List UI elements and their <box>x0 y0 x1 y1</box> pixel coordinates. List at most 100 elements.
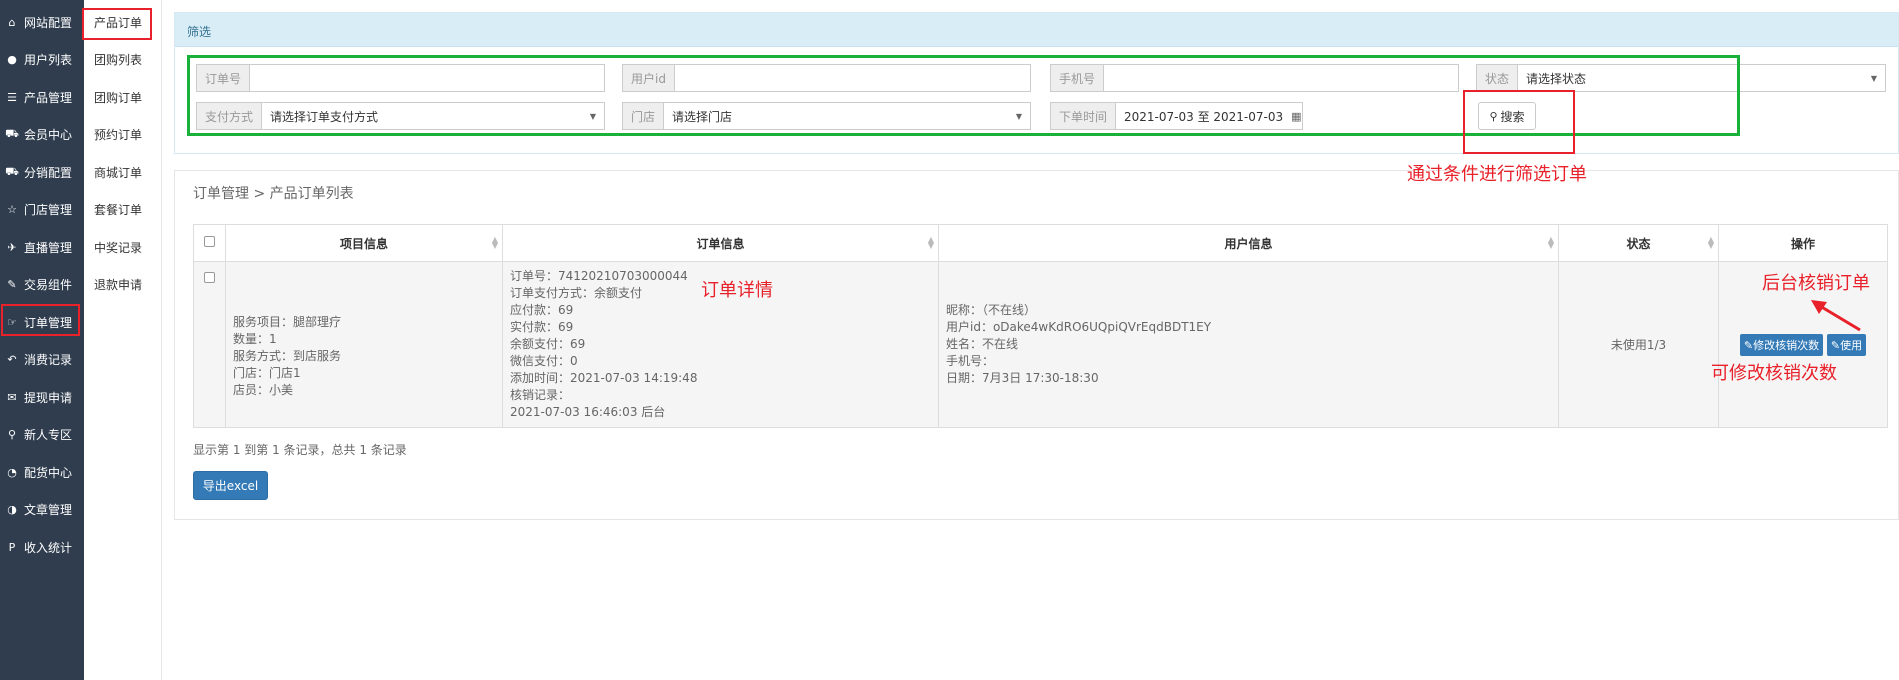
user-icon: ● <box>7 53 17 66</box>
sidebar-item[interactable]: ☆ 门店管理 <box>0 195 84 225</box>
sidebar-item[interactable]: ⛟ 会员中心 <box>0 120 84 150</box>
sort-icon[interactable]: ▲ ▼ <box>1708 236 1714 250</box>
list-icon: ☰ <box>7 90 17 104</box>
plane-icon: ✈ <box>7 240 17 254</box>
subnav-item[interactable]: 团购列表 <box>90 48 160 72</box>
info-line: 余额支付：69 <box>510 337 586 351</box>
chevron-down-icon: ▼ <box>1870 73 1877 83</box>
subnav-item[interactable]: 套餐订单 <box>90 198 160 222</box>
paypal-icon: P <box>8 540 16 554</box>
column-header-label: 状态 <box>1626 236 1651 251</box>
subnav-item[interactable]: 中奖记录 <box>90 235 160 259</box>
sidebar-item[interactable]: ✎ 交易组件 <box>0 270 84 300</box>
pagination-info: 显示第 1 到第 1 条记录，总共 1 条记录 <box>193 443 407 457</box>
sidebar-item-label: 用户列表 <box>24 53 73 67</box>
edit-icon: ✎ <box>1830 338 1841 352</box>
sidebar-item[interactable]: ⌂ 网站配置 <box>0 7 84 37</box>
use-button-label: 使用 <box>1840 338 1863 352</box>
sidebar-item-label: 交易组件 <box>24 278 73 292</box>
column-header[interactable]: 订单信息 ▲ ▼ <box>502 224 939 262</box>
subnav-item[interactable]: 退款申请 <box>90 273 160 297</box>
info-line: 门店：门店1 <box>233 366 301 380</box>
column-header-label: 用户信息 <box>1224 236 1273 251</box>
sidebar-item[interactable]: ↶ 消费记录 <box>0 345 84 375</box>
sidebar-item[interactable]: ⚲ 新人专区 <box>0 420 84 450</box>
contrast-icon: ◑ <box>7 503 17 516</box>
map-marker-icon: ⚲ <box>7 428 17 441</box>
sidebar: ⌂ 网站配置 ● 用户列表 ☰ 产品管理 ⛟ 会员中心 ⛟ 分销配置 ☆ 门店管理 ✈ 直播管理 ✎ 交易组件… <box>0 0 84 680</box>
filter-panel-title: 筛选 <box>175 13 1898 47</box>
user-info-cell: 昵称：（不在线） 用户id：oDake4wKdRO6UQpiQVrEqdBDT1E… <box>938 261 1559 428</box>
home-icon: ⌂ <box>8 15 16 29</box>
row-select-cell[interactable] <box>193 261 226 428</box>
column-header[interactable]: 用户信息 ▲ ▼ <box>938 224 1559 262</box>
sidebar-item-label: 提现申请 <box>24 390 73 405</box>
project-info-cell: 服务项目：腿部理疗 数量：1 服务方式：到店服务 门店：门店1 店员：小美 <box>225 261 503 428</box>
sidebar-item-label: 收入统计 <box>24 540 73 555</box>
info-line: 服务项目：腿部理疗 <box>233 315 342 329</box>
info-line: 昵称：（不在线） <box>946 303 1037 317</box>
info-line: 姓名：不在线 <box>946 337 1019 351</box>
comments-icon: ✉ <box>7 390 17 404</box>
cart-icon: ⛟ <box>5 127 19 140</box>
sidebar-item-label: 门店管理 <box>24 203 73 217</box>
sidebar-item[interactable]: ⛟ 分销配置 <box>0 157 84 187</box>
info-line: 数量：1 <box>233 332 277 346</box>
column-header-label: 项目信息 <box>339 236 388 251</box>
status-cell: 未使用1/3 <box>1558 261 1719 428</box>
subnav-item[interactable]: 预约订单 <box>90 123 160 147</box>
info-line: 服务方式：到店服务 <box>233 349 342 363</box>
row-checkbox[interactable] <box>204 272 215 283</box>
sidebar-item[interactable]: ● 用户列表 <box>0 45 84 75</box>
edit-verify-count-button[interactable]: ✎修改核销次数 <box>1739 333 1824 356</box>
column-header[interactable]: 项目信息 ▲ ▼ <box>225 224 503 262</box>
sidebar-item[interactable]: ✉ 提现申请 <box>0 382 84 412</box>
detail-annotation: 订单详情 <box>701 280 773 301</box>
sort-icon[interactable]: ▲ ▼ <box>492 236 498 250</box>
verify-annotation: 后台核销订单 <box>1762 273 1870 294</box>
highlight-box <box>1 304 80 336</box>
breadcrumb: 订单管理 > 产品订单列表 <box>193 186 354 202</box>
info-line: 核销记录： <box>510 388 571 402</box>
select-all-checkbox[interactable] <box>204 236 215 247</box>
search-highlight-box <box>1463 90 1575 154</box>
column-header-label: 操作 <box>1790 236 1815 251</box>
info-line: 添加时间：2021-07-03 14:19:48 <box>510 371 698 385</box>
info-line: 日期：7月3日 17:30-18:30 <box>946 371 1099 385</box>
export-excel-button[interactable]: 导出excel <box>193 471 268 500</box>
edit-verify-count-label: 修改核销次数 <box>1753 338 1820 352</box>
use-button[interactable]: ✎使用 <box>1826 333 1867 356</box>
sidebar-item-label: 消费记录 <box>24 353 73 367</box>
subnav-item[interactable]: 团购订单 <box>90 85 160 109</box>
info-line: 微信支付：0 <box>510 354 578 368</box>
sort-icon[interactable]: ▲ ▼ <box>1548 236 1554 250</box>
sidebar-item-label: 会员中心 <box>24 128 73 142</box>
column-header: 操作 <box>1718 224 1888 262</box>
highlight-box <box>82 8 152 40</box>
info-line: 用户id：oDake4wKdRO6UQpiQVrEqdBDT1EY <box>946 320 1212 334</box>
subnav-item[interactable]: 商城订单 <box>90 160 160 184</box>
order-table: 项目信息 ▲ ▼ 订单信息 ▲ ▼ 用户信息 ▲ ▼ 状态 ▲ ▼ 操作 服务项目：腿部理疗 数量… <box>193 224 1888 428</box>
sort-icon[interactable]: ▲ ▼ <box>928 236 934 250</box>
sidebar-item[interactable]: ☰ 产品管理 <box>0 82 84 112</box>
sidebar-item-label: 分销配置 <box>24 165 73 180</box>
info-line: 实付款：69 <box>510 320 574 334</box>
sidebar-item[interactable]: P 收入统计 <box>0 532 84 562</box>
sidebar-item-label: 配货中心 <box>24 465 73 480</box>
star-icon: ☆ <box>7 203 17 216</box>
sidebar-item[interactable]: ◑ 文章管理 <box>0 495 84 525</box>
status-text: 未使用1/3 <box>1610 338 1667 352</box>
annotation-arrow <box>1811 300 1861 332</box>
select-all-header[interactable] <box>193 224 226 262</box>
column-header[interactable]: 状态 ▲ ▼ <box>1558 224 1719 262</box>
table-row: 服务项目：腿部理疗 数量：1 服务方式：到店服务 门店：门店1 店员：小美 订单号：74… <box>193 261 1888 428</box>
info-line: 手机号： <box>946 354 995 368</box>
table-header-row: 项目信息 ▲ ▼ 订单信息 ▲ ▼ 用户信息 ▲ ▼ 状态 ▲ ▼ 操作 <box>193 224 1888 262</box>
sidebar-item-label: 网站配置 <box>24 15 73 30</box>
pencil-icon: ✎ <box>7 278 17 291</box>
sub-navigation: 产品订单 团购列表 团购订单 预约订单 商城订单 套餐订单 中奖记录 退款申请 <box>84 0 162 680</box>
sidebar-item[interactable]: ✈ 直播管理 <box>0 232 84 262</box>
info-line: 2021-07-03 16:46:03 后台 <box>510 405 666 419</box>
sidebar-item[interactable]: ◔ 配货中心 <box>0 457 84 487</box>
column-header-label: 订单信息 <box>696 236 745 251</box>
